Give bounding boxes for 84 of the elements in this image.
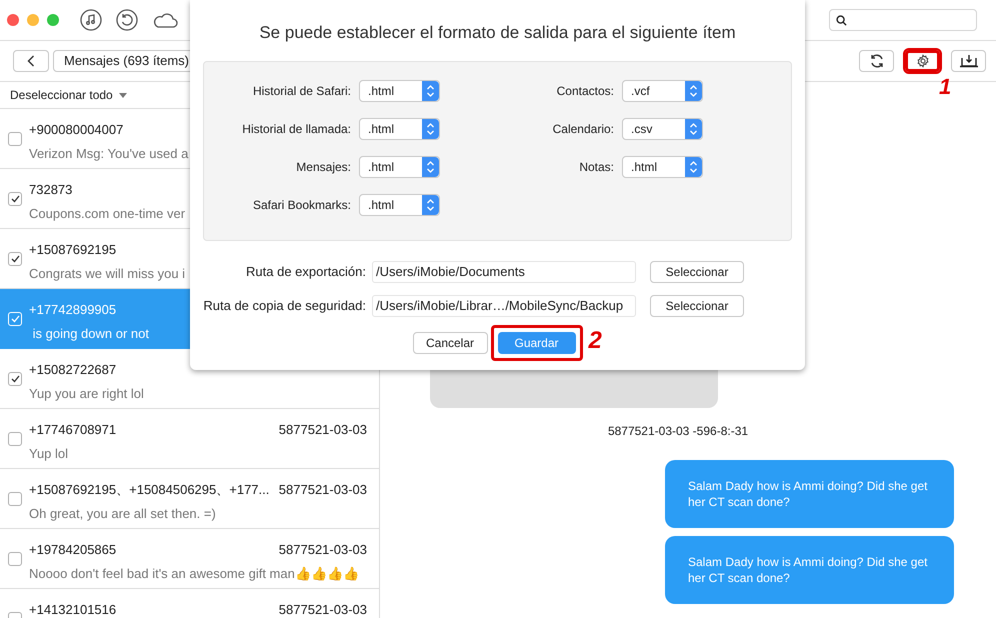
contact-number: +15082722687 <box>29 361 116 379</box>
settings-button[interactable] <box>905 50 940 72</box>
contact-number: +900080004007 <box>29 121 124 139</box>
refresh-button[interactable] <box>859 50 894 72</box>
format-select[interactable]: .html <box>622 156 703 178</box>
conversation-date: 5877521-03-03 <box>278 541 367 559</box>
sent-bubble: Salam Dady how is Ammi doing? Did she get her CT scan done? <box>665 460 954 528</box>
chevron-left-icon <box>27 55 35 67</box>
path-field[interactable]: /Users/iMobie/Librar…/MobileSync/Backup <box>372 294 636 316</box>
dialog-title: Se puede establecer el formato de salida para el siguiente ítem <box>259 22 736 44</box>
stepper-icon <box>422 80 439 100</box>
deselect-all-dropdown[interactable]: Deseleccionar todo <box>10 86 127 104</box>
message-preview: is going down or not <box>32 324 149 343</box>
contact-number: +17742899905 <box>29 301 116 319</box>
format-label: Historial de Safari: <box>252 82 352 100</box>
check-icon <box>10 195 20 203</box>
check-icon <box>10 375 20 383</box>
stepper-icon <box>685 118 702 138</box>
settings-icon <box>916 54 930 68</box>
stepper-icon <box>422 156 439 176</box>
row-checkbox[interactable] <box>8 252 22 266</box>
message-preview: Yup lol <box>29 444 68 463</box>
back-button[interactable] <box>13 50 49 72</box>
row-checkbox[interactable] <box>8 192 22 206</box>
message-timestamp: 5877521-03-03 -596-8:-31 <box>608 423 748 440</box>
format-label: Contactos: <box>556 82 615 100</box>
row-checkbox[interactable] <box>8 432 22 446</box>
check-icon <box>10 255 20 263</box>
message-preview: Oh great, you are all set then. =) <box>29 504 216 523</box>
cloud-icon[interactable] <box>152 11 178 29</box>
format-label: Safari Bookmarks: <box>252 196 352 214</box>
contact-number: +14132101516 <box>29 601 116 618</box>
format-label: Notas: <box>578 158 615 176</box>
path-label: Ruta de copia de seguridad: <box>202 296 367 315</box>
format-select[interactable]: .html <box>359 156 440 178</box>
row-checkbox[interactable] <box>8 552 22 566</box>
format-label: Historial de llamada: <box>241 120 352 138</box>
contact-number: +17746708971 <box>29 421 116 439</box>
message-preview: Yup you are right lol <box>29 384 144 403</box>
format-select[interactable]: .html <box>359 80 440 102</box>
contact-number: 732873 <box>29 181 72 199</box>
annotation-number: 1 <box>939 76 952 98</box>
row-checkbox[interactable] <box>8 372 22 386</box>
check-icon <box>10 315 20 323</box>
message-preview: Congrats we will miss you i <box>29 264 186 283</box>
format-select[interactable]: .csv <box>622 118 703 140</box>
conversation-row[interactable]: +15087692195、+15084506295、+177... 5877521-03-03 Oh great, you are all set then. =) <box>0 469 379 529</box>
message-preview: Coupons.com one-time ver <box>29 204 186 223</box>
conversation-row[interactable]: +19784205865 5877521-03-03 Noooo don't feel bad it's an awesome gift man👍👍👍👍 <box>0 529 379 589</box>
contact-number: +19784205865 <box>29 541 116 559</box>
sent-bubble: Salam Dady how is Ammi doing? Did she get her CT scan done? <box>665 536 954 604</box>
export-button[interactable] <box>951 50 986 72</box>
search-field[interactable] <box>829 9 977 31</box>
format-select[interactable]: .vcf <box>622 80 703 102</box>
export-icon <box>958 54 978 68</box>
cancel-button[interactable]: Cancelar <box>412 332 488 354</box>
format-select[interactable]: .html <box>359 118 440 140</box>
row-checkbox[interactable] <box>8 492 22 506</box>
restore-icon[interactable] <box>116 9 138 31</box>
contact-number: +15087692195 <box>29 241 116 259</box>
stepper-icon <box>422 118 439 138</box>
format-label: Calendario: <box>552 120 615 138</box>
refresh-icon <box>868 53 884 69</box>
path-label: Ruta de exportación: <box>245 262 367 281</box>
conversation-date: 5877521-03-03 <box>278 421 367 439</box>
row-checkbox[interactable] <box>8 132 22 146</box>
contact-number: +15087692195、+15084506295、+177... <box>29 481 270 499</box>
conversation-row[interactable]: +17746708971 5877521-03-03 Yup lol <box>0 409 379 469</box>
stepper-icon <box>685 156 702 176</box>
music-note-icon[interactable] <box>80 9 102 31</box>
conversation-row[interactable]: +14132101516 5877521-03-03 <box>0 589 379 618</box>
stepper-icon <box>422 194 439 214</box>
message-preview: Verizon Msg: You've used a <box>29 144 188 163</box>
annotation-number: 2 <box>588 328 602 352</box>
select-folder-button[interactable]: Seleccionar <box>650 294 744 316</box>
stepper-icon <box>685 80 702 100</box>
search-icon <box>836 14 847 26</box>
conversation-date: 5877521-03-03 <box>278 601 367 618</box>
path-field[interactable]: /Users/iMobie/Documents <box>372 260 636 282</box>
select-folder-button[interactable]: Seleccionar <box>650 260 744 282</box>
conversation-date: 5877521-03-03 <box>278 481 367 499</box>
format-select[interactable]: .html <box>359 194 440 216</box>
message-preview: Noooo don't feel bad it's an awesome gift man👍👍👍👍 <box>29 564 359 583</box>
caret-icon <box>118 92 127 98</box>
